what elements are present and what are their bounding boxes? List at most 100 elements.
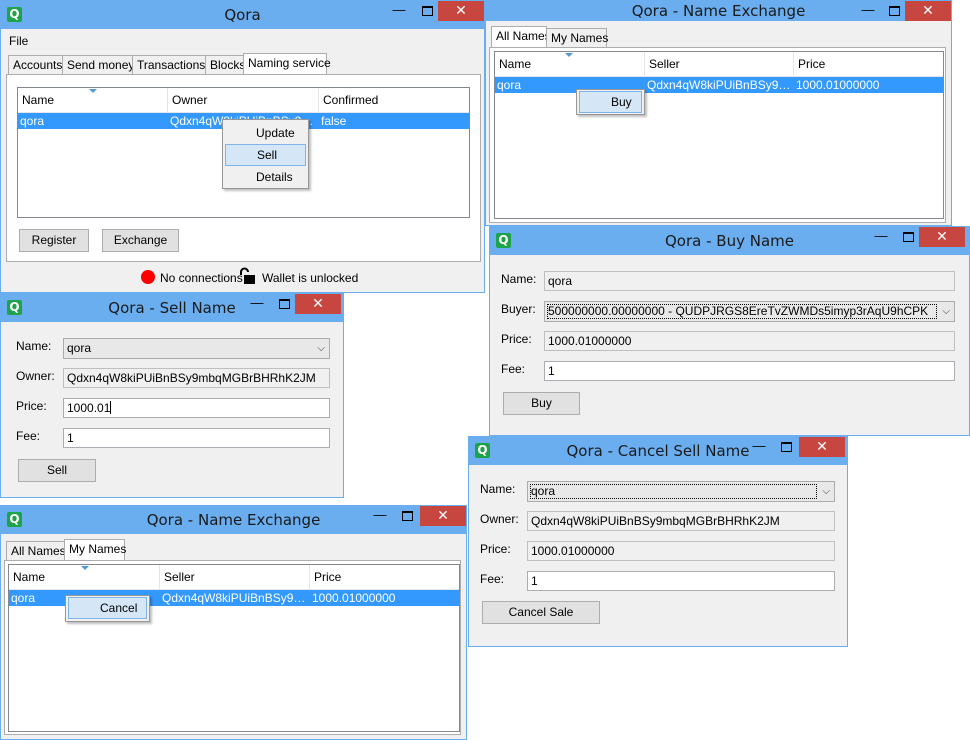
maximize-button[interactable]: [414, 1, 440, 21]
wallet-status-text: Wallet is unlocked: [262, 271, 359, 285]
tab-send-money[interactable]: Send money: [62, 55, 134, 75]
register-button[interactable]: Register: [19, 229, 89, 252]
price-label: Price:: [501, 332, 532, 346]
minimize-button[interactable]: —: [746, 437, 772, 457]
price-field: 1000.01000000: [527, 541, 835, 561]
tab-all-names[interactable]: All Names: [6, 541, 66, 561]
menu-item-buy[interactable]: Buy: [579, 91, 642, 113]
cell-seller: Qdxn4qW8kiPUiBnBSy9mbq…: [162, 591, 310, 605]
price-field-value: 1000.01: [67, 401, 111, 415]
title-bar[interactable]: Qora - Name Exchange — ✕: [486, 1, 951, 21]
price-label: Price:: [16, 399, 47, 413]
exchange-all-client: All Names My Names Name Seller Price qor…: [489, 21, 948, 223]
buy-client: Name: qora Buyer: 500000000.00000000 - Q…: [493, 255, 966, 432]
cell-seller: Qdxn4qW8kiPUiBnBSy9mbq…: [647, 78, 794, 92]
maximize-icon: [421, 6, 433, 16]
exchange-all-window: Qora - Name Exchange — ✕ All Names My Na…: [485, 0, 952, 226]
minimize-button[interactable]: —: [855, 1, 881, 21]
close-button[interactable]: ✕: [919, 227, 965, 247]
close-button[interactable]: ✕: [905, 1, 951, 21]
minimize-button[interactable]: —: [367, 506, 393, 526]
sell-button[interactable]: Sell: [18, 459, 96, 482]
maximize-button[interactable]: [271, 294, 297, 314]
unlock-icon: [240, 267, 255, 284]
fee-label: Fee:: [480, 572, 505, 586]
minimize-button[interactable]: —: [868, 227, 894, 247]
minimize-button[interactable]: —: [386, 1, 412, 21]
buyer-select[interactable]: 500000000.00000000 - QUDPJRGS8EreTvZWMDs…: [544, 301, 955, 322]
maximize-icon: [278, 299, 290, 309]
maximize-icon: [780, 442, 792, 452]
owner-label: Owner:: [16, 369, 55, 383]
close-button[interactable]: ✕: [295, 294, 341, 314]
buyer-label: Buyer:: [501, 302, 536, 316]
price-field[interactable]: 1000.01: [63, 398, 330, 418]
maximize-icon: [401, 511, 413, 521]
buy-context-menu: Buy: [576, 89, 645, 115]
tab-transactions[interactable]: Transactions: [132, 55, 206, 75]
tab-my-names[interactable]: My Names: [546, 28, 608, 48]
close-button[interactable]: ✕: [420, 506, 466, 526]
cancel-context-menu: Cancel: [65, 595, 150, 622]
cell-name: qora: [20, 114, 45, 128]
exchange-table: Name Seller Price qora Qdxn4qW8kiPUiBnBS…: [494, 51, 944, 219]
column-header-seller[interactable]: Seller: [645, 52, 794, 76]
name-select[interactable]: qora ⌵: [527, 481, 835, 502]
tab-my-names[interactable]: My Names: [64, 539, 126, 561]
maximize-button[interactable]: [895, 227, 921, 247]
menu-item-details[interactable]: Details: [225, 166, 306, 188]
text-cursor: [110, 401, 112, 414]
name-select-value: qora: [67, 341, 92, 355]
table-header: Name Seller Price: [9, 565, 459, 590]
sell-name-window: Q Qora - Sell Name — ✕ Name: qora ⌵ Owne…: [0, 293, 344, 498]
minimize-button[interactable]: —: [244, 294, 270, 314]
fee-field[interactable]: 1: [544, 361, 955, 381]
name-field: qora: [544, 271, 955, 291]
table-row[interactable]: qora Qdxn4qW8kiPUiBnBSy9mbq… 1000.010000…: [495, 77, 943, 93]
maximize-button[interactable]: [773, 437, 799, 457]
tab-naming-service[interactable]: Naming service: [243, 53, 331, 75]
menu-file[interactable]: File: [9, 34, 28, 48]
buy-button[interactable]: Buy: [503, 392, 580, 415]
fee-field[interactable]: 1: [527, 571, 835, 591]
column-header-price[interactable]: Price: [310, 565, 459, 589]
sort-indicator-icon: [81, 566, 89, 570]
name-label: Name:: [501, 272, 537, 286]
maximize-icon: [902, 232, 914, 242]
column-header-seller[interactable]: Seller: [160, 565, 310, 589]
menu-item-sell[interactable]: Sell: [225, 144, 306, 166]
title-bar[interactable]: Q Qora - Sell Name — ✕: [1, 294, 343, 322]
menu-item-cancel[interactable]: Cancel: [68, 597, 147, 619]
maximize-button[interactable]: [881, 1, 907, 21]
cancel-sale-button[interactable]: Cancel Sale: [482, 601, 600, 624]
menu-item-update[interactable]: Update: [225, 122, 306, 144]
cancel-sell-window: Q Qora - Cancel Sell Name — ✕ Name: qora…: [468, 436, 848, 647]
price-field: 1000.01000000: [544, 331, 955, 351]
column-header-price[interactable]: Price: [794, 52, 943, 76]
fee-label: Fee:: [16, 429, 41, 443]
exchange-table: Name Seller Price qora Qdxn4qW8kiPUiBnBS…: [8, 564, 460, 732]
chevron-down-icon: ⌵: [317, 343, 325, 354]
column-header-owner[interactable]: Owner: [168, 88, 319, 112]
connection-status-text: No connections: [160, 271, 243, 285]
title-bar[interactable]: Q Qora - Name Exchange — ✕: [1, 506, 466, 534]
title-bar[interactable]: Q Qora — ✕: [1, 1, 484, 29]
tab-accounts[interactable]: Accounts: [8, 55, 63, 75]
tab-blocks[interactable]: Blocks: [205, 55, 245, 75]
cell-confirmed: false: [321, 114, 347, 128]
column-header-confirmed[interactable]: Confirmed: [319, 88, 469, 112]
title-bar[interactable]: Q Qora - Buy Name — ✕: [490, 227, 969, 255]
connection-status-dot: [141, 270, 155, 284]
name-label: Name:: [16, 339, 52, 353]
maximize-button[interactable]: [394, 506, 420, 526]
exchange-my-window: Q Qora - Name Exchange — ✕ All Names My …: [0, 505, 467, 740]
close-button[interactable]: ✕: [438, 1, 484, 21]
title-bar[interactable]: Q Qora - Cancel Sell Name — ✕: [469, 437, 847, 465]
focus-ring: [547, 304, 937, 319]
name-select[interactable]: qora ⌵: [63, 338, 330, 359]
close-button[interactable]: ✕: [799, 437, 845, 457]
fee-field[interactable]: 1: [63, 428, 330, 448]
table-header: Name Owner Confirmed: [18, 88, 469, 113]
exchange-button[interactable]: Exchange: [102, 229, 179, 252]
tab-all-names[interactable]: All Names: [491, 26, 551, 48]
